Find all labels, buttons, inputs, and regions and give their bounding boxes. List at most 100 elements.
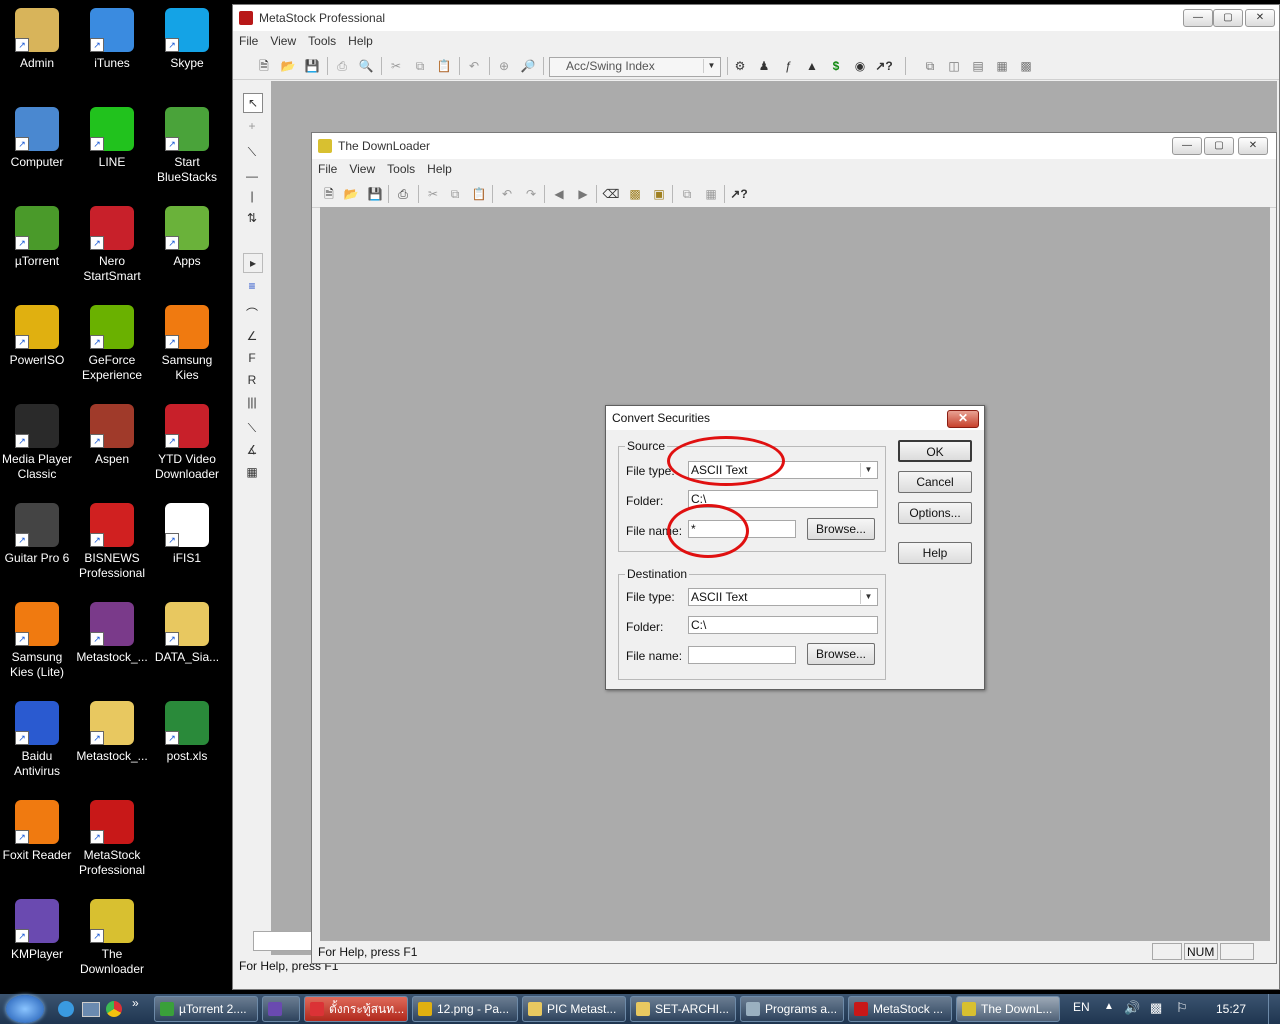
quicklaunch-more-icon[interactable]: » — [132, 996, 139, 1010]
print-icon[interactable]: ⎙ — [394, 185, 412, 203]
desktop-shortcut[interactable]: ↗ KMPlayer — [0, 899, 74, 962]
formula-icon[interactable]: ƒ — [779, 57, 797, 75]
time-zones-icon[interactable]: ||| — [243, 393, 261, 411]
taskbar-button[interactable]: Programs a... — [740, 996, 844, 1022]
new-file-icon[interactable]: 🗎 — [320, 185, 338, 203]
menu-tools[interactable]: Tools — [381, 159, 421, 179]
taskbar-button[interactable] — [262, 996, 300, 1022]
cancel-button[interactable]: Cancel — [898, 471, 972, 493]
context-help-icon[interactable]: ↗? — [730, 185, 748, 203]
desktop-shortcut[interactable]: ↗ The Downloader — [75, 899, 149, 977]
cascade-icon[interactable]: ⧉ — [921, 57, 939, 75]
minimize-button[interactable]: — — [1183, 9, 1213, 27]
text-tool-icon[interactable]: ▸ — [243, 253, 263, 273]
desktop-shortcut[interactable]: ↗ Media Player Classic — [0, 404, 74, 482]
gann-fan-icon[interactable]: ∡ — [243, 441, 261, 459]
system-tester-icon[interactable]: ▲ — [803, 57, 821, 75]
desktop-shortcut[interactable]: ↗ Admin — [0, 8, 74, 71]
desktop-shortcut[interactable]: ↗ iTunes — [75, 8, 149, 71]
zoom-icon[interactable]: 🔎 — [519, 57, 537, 75]
previous-icon[interactable]: ◀ — [550, 185, 568, 203]
fib-extension-icon[interactable]: R — [243, 371, 261, 389]
print-icon[interactable]: ⎙ — [333, 57, 351, 75]
grid-tool-icon[interactable]: ▦ — [243, 463, 261, 481]
save-icon[interactable]: 💾 — [303, 57, 321, 75]
tray-expand-icon[interactable]: ▲ — [1104, 1001, 1114, 1012]
menu-view[interactable]: View — [343, 159, 381, 179]
ok-button[interactable]: OK — [898, 440, 972, 462]
cut-icon[interactable]: ✂ — [387, 57, 405, 75]
desktop-shortcut[interactable]: ↗ Nero StartSmart — [75, 206, 149, 284]
source-browse-button[interactable]: Browse... — [807, 518, 875, 540]
desktop-shortcut[interactable]: ↗ µTorrent — [0, 206, 74, 269]
print-preview-icon[interactable]: 🔍 — [357, 57, 375, 75]
open-folder-icon[interactable]: 📂 — [342, 185, 360, 203]
desktop-shortcut[interactable]: ↗ Samsung Kies (Lite) — [0, 602, 74, 680]
vertical-line-tool-icon[interactable]: | — [243, 187, 261, 205]
maximize-button[interactable]: ▢ — [1204, 137, 1234, 155]
source-file-name-input[interactable]: * — [688, 520, 796, 538]
tile-vertical-icon[interactable]: ◫ — [945, 57, 963, 75]
menu-file[interactable]: File — [312, 159, 343, 179]
paste-icon[interactable]: 📋 — [470, 185, 488, 203]
desktop-shortcut[interactable]: ↗ Skype — [150, 8, 224, 71]
copy-icon[interactable]: ⧉ — [411, 57, 429, 75]
maximize-button[interactable]: ▢ — [1213, 9, 1243, 27]
minimize-button[interactable]: — — [1172, 137, 1202, 155]
close-button[interactable]: ✕ — [1238, 137, 1268, 155]
start-button[interactable] — [6, 995, 44, 1023]
cycle-tool-icon[interactable]: ⇅ — [243, 209, 261, 227]
context-help-icon[interactable]: ↗? — [875, 57, 893, 75]
network-icon[interactable]: ▩ — [1150, 1000, 1162, 1016]
folder-security-icon[interactable]: ▣ — [650, 185, 668, 203]
expert-icon[interactable]: ⚙ — [731, 57, 749, 75]
dialog-titlebar[interactable]: Convert Securities ✕ — [606, 406, 984, 430]
fan-tool-icon[interactable]: ∠ — [243, 327, 261, 345]
channel-tool-icon[interactable]: ≡ — [243, 277, 261, 295]
desktop-shortcut[interactable]: ↗ Baidu Antivirus — [0, 701, 74, 779]
volume-icon[interactable]: 🔊 — [1124, 1000, 1140, 1016]
desktop-shortcut[interactable]: ↗ Metastock_... — [75, 602, 149, 665]
pointer-tool-icon[interactable]: ↖ — [243, 93, 263, 113]
indicator-select[interactable]: Acc/Swing Index ▼ — [549, 57, 721, 77]
help-button[interactable]: Help — [898, 542, 972, 564]
eraser-icon[interactable]: ⌫ — [602, 185, 620, 203]
menu-help[interactable]: Help — [342, 31, 379, 51]
taskbar-button[interactable]: SET-ARCHI... — [630, 996, 736, 1022]
desktop-shortcut[interactable]: ↗ Foxit Reader — [0, 800, 74, 863]
crosshair-tool-icon[interactable]: + — [243, 117, 261, 135]
chevron-down-icon[interactable]: ▼ — [860, 463, 876, 477]
ie-icon[interactable] — [58, 1001, 74, 1017]
desktop-shortcut[interactable]: ↗ Metastock_... — [75, 701, 149, 764]
source-folder-input[interactable]: C:\ — [688, 490, 878, 508]
taskbar-button[interactable]: MetaStock ... — [848, 996, 952, 1022]
horizontal-line-tool-icon[interactable]: — — [243, 167, 261, 185]
dest-file-name-input[interactable] — [688, 646, 796, 664]
crosshair-icon[interactable]: ⊕ — [495, 57, 513, 75]
taskbar-button[interactable]: ตั้งกระทู้สนท... — [304, 996, 408, 1022]
language-indicator[interactable]: EN — [1073, 1000, 1090, 1014]
dest-file-type-select[interactable]: ASCII Text ▼ — [688, 588, 878, 606]
trendline-tool-icon[interactable]: ⟍ — [243, 143, 261, 161]
explorer-icon[interactable]: ♟ — [755, 57, 773, 75]
menu-tools[interactable]: Tools — [302, 31, 342, 51]
arrange-icon[interactable]: ▩ — [1017, 57, 1035, 75]
source-file-type-select[interactable]: ASCII Text ▼ — [688, 461, 878, 479]
save-icon[interactable]: 💾 — [366, 185, 384, 203]
downloader-titlebar[interactable]: The DownLoader — ▢ ✕ — [312, 133, 1276, 159]
desktop-shortcut[interactable]: ↗ Computer — [0, 107, 74, 170]
desktop-shortcut[interactable]: ↗ BISNEWS Professional — [75, 503, 149, 581]
dest-browse-button[interactable]: Browse... — [807, 643, 875, 665]
redo-icon[interactable]: ↷ — [522, 185, 540, 203]
clock[interactable]: 15:27 — [1216, 1002, 1246, 1016]
dollar-icon[interactable]: $ — [827, 57, 845, 75]
taskbar-button[interactable]: µTorrent 2.... — [154, 996, 258, 1022]
binoculars-icon[interactable]: ◉ — [851, 57, 869, 75]
dialog-close-button[interactable]: ✕ — [947, 410, 979, 428]
chevron-down-icon[interactable]: ▼ — [860, 590, 876, 604]
show-desktop-button[interactable] — [1268, 994, 1280, 1024]
open-folder-icon[interactable]: 📂 — [279, 57, 297, 75]
desktop-shortcut[interactable]: ↗ Start BlueStacks — [150, 107, 224, 185]
desktop-shortcut[interactable]: ↗ Aspen — [75, 404, 149, 467]
next-icon[interactable]: ▶ — [574, 185, 592, 203]
